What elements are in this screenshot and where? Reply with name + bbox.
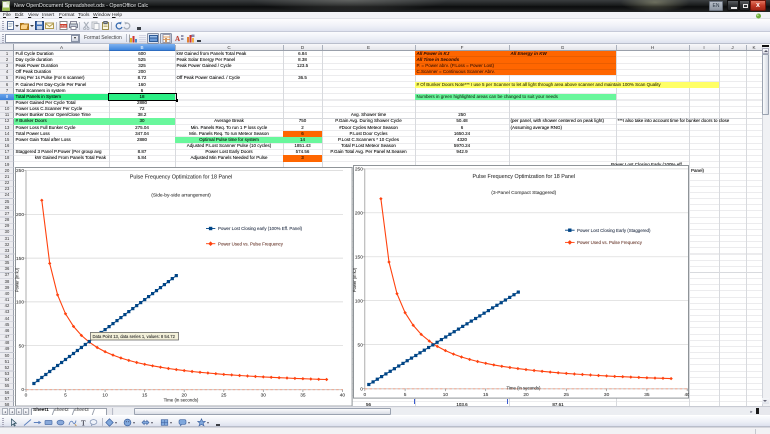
svg-text:10: 10 (102, 392, 108, 398)
svg-text:PDF: PDF (61, 24, 67, 28)
svg-text:200: 200 (355, 210, 363, 216)
svg-text:(3-Panel Compact Staggered): (3-Panel Compact Staggered) (491, 189, 556, 195)
svg-text:250: 250 (16, 168, 24, 174)
svg-text:30: 30 (261, 392, 267, 398)
svg-text:100: 100 (16, 299, 24, 305)
svg-text:Power Lost Closing early (100%: Power Lost Closing early (100% Eff. Pane… (218, 226, 303, 231)
svg-text:15: 15 (142, 392, 148, 398)
svg-text:15: 15 (483, 392, 489, 398)
svg-text:150: 150 (16, 255, 24, 261)
svg-text:Pulse Frequency Optimization f: Pulse Frequency Optimization for 18 Pane… (130, 174, 232, 180)
svg-text:Data Point 13, data series 1,: Data Point 13, data series 1, values: 8 … (93, 333, 176, 338)
svg-text:40: 40 (340, 392, 346, 398)
svg-text:5: 5 (404, 392, 407, 398)
svg-text:0: 0 (25, 392, 28, 398)
svg-text:Power Used vs. Pulse Frequency: Power Used vs. Pulse Frequency (218, 241, 284, 246)
svg-text:Power (in kJ): Power (in kJ) (15, 267, 20, 292)
svg-text:T: T (81, 418, 86, 427)
svg-text:25: 25 (564, 392, 570, 398)
svg-text:150: 150 (355, 254, 363, 260)
svg-text:250: 250 (355, 166, 363, 172)
svg-text:0: 0 (363, 392, 366, 398)
svg-text:(Side-by-side arrangement): (Side-by-side arrangement) (151, 192, 211, 198)
svg-text:A: A (175, 35, 180, 43)
svg-text:Pulse Frequency Optimization f: Pulse Frequency Optimization for 18 Pane… (473, 173, 575, 179)
svg-text:Power Lost Closing Early (Stag: Power Lost Closing Early (Staggered) (577, 227, 651, 232)
svg-text:10: 10 (443, 392, 449, 398)
svg-text:0: 0 (21, 387, 24, 393)
svg-text:35: 35 (644, 392, 650, 398)
svg-text:Power (in kJ): Power (in kJ) (353, 267, 357, 292)
svg-text:50: 50 (19, 343, 25, 349)
svg-text:30: 30 (604, 392, 610, 398)
svg-text:Time (in seconds): Time (in seconds) (164, 397, 199, 402)
svg-text:20: 20 (523, 392, 529, 398)
svg-text:Power Used vs. Pulse Frequency: Power Used vs. Pulse Frequency (577, 240, 643, 245)
svg-text:Time (in seconds): Time (in seconds) (507, 385, 542, 390)
svg-text:0: 0 (360, 386, 363, 392)
svg-text:5: 5 (64, 392, 67, 398)
svg-text:100: 100 (355, 298, 363, 304)
svg-text:25: 25 (221, 392, 227, 398)
svg-text:40: 40 (685, 392, 689, 398)
svg-text:50: 50 (358, 342, 364, 348)
svg-text:200: 200 (16, 212, 24, 218)
svg-text:35: 35 (300, 392, 306, 398)
